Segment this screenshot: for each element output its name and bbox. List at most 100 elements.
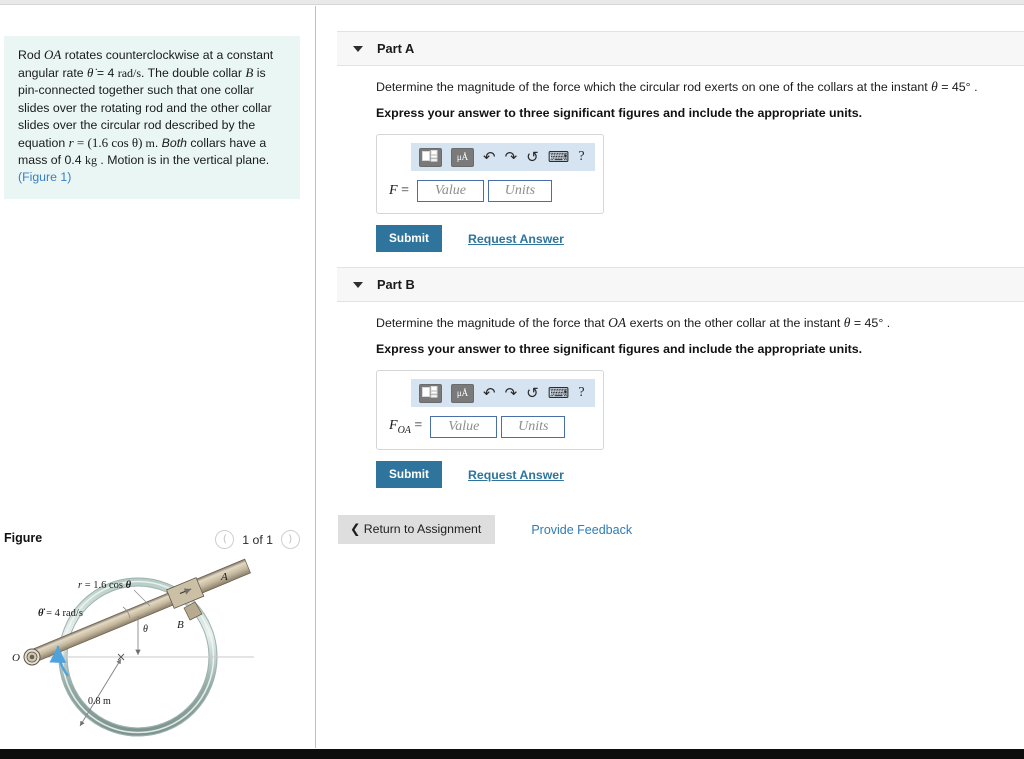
figure-label-origin: O [12, 652, 20, 664]
part-b-answer-box: μÅ ↶ ↷ ↺ ⌨? FOA = [376, 370, 604, 450]
return-to-assignment-button[interactable]: ❮ Return to Assignment [338, 515, 496, 544]
text-run: Both [161, 136, 187, 151]
chevron-left-icon: ⟨ [222, 533, 227, 545]
part-b-body: Determine the magnitude of the force tha… [376, 315, 1016, 488]
part-a-variable-label: F = [389, 183, 409, 198]
text-run: Determine the magnitude of the force tha… [376, 316, 609, 330]
figure-label-point-b: B [177, 619, 184, 631]
keyboard-icon[interactable]: ⌨ [547, 383, 570, 402]
figure-header: Figure ⟨ 1 of 1 ⟩ [4, 530, 304, 550]
return-to-assignment-label: Return to Assignment [363, 522, 482, 536]
caret-down-icon[interactable] [353, 45, 363, 52]
figure-next-button[interactable]: ⟩ [281, 530, 300, 549]
template-layout-icon[interactable] [419, 147, 442, 167]
text-run: OA [608, 315, 627, 330]
layout-glyph [422, 150, 438, 162]
help-icon[interactable]: ? [578, 385, 584, 401]
problem-body: Rod OA rotates counterclockwise at a con… [18, 47, 273, 168]
text-run: θ [931, 79, 938, 94]
undo-icon-glyph: ↶ [483, 383, 496, 402]
caret-down-icon[interactable] [353, 281, 363, 288]
chevron-right-icon: ⟩ [288, 533, 293, 545]
part-a-header[interactable]: Part A [337, 31, 1024, 66]
part-a-request-answer-link[interactable]: Request Answer [468, 232, 564, 246]
part-b-request-answer-link[interactable]: Request Answer [468, 468, 564, 482]
reset-icon-glyph: ↺ [526, 383, 539, 402]
part-a-answer-box: μÅ ↶ ↷ ↺ ⌨? F = [376, 134, 604, 214]
text-run: . The double collar [141, 66, 246, 81]
chevron-left-icon: ❮ [350, 522, 361, 536]
redo-icon-glyph: ↷ [504, 383, 518, 402]
text-run: Determine the magnitude of the force whi… [376, 80, 932, 94]
redo-icon-glyph: ↷ [504, 147, 518, 166]
part-a-units-input[interactable] [487, 180, 552, 202]
reset-icon[interactable]: ↺ [526, 149, 539, 165]
text-run: = 45° . [937, 80, 978, 94]
tile-glyph: μÅ [456, 387, 469, 398]
keyboard-icon-glyph: ⌨ [547, 383, 570, 402]
part-b-label: Part B [377, 277, 415, 292]
part-a-instruction: Express your answer to three significant… [376, 106, 863, 120]
units-micro-angstrom-icon[interactable]: μÅ [451, 383, 474, 403]
text-run: = [73, 135, 88, 151]
text-run: (1.6 cos θ) [87, 135, 143, 151]
figure-navigation: ⟨ 1 of 1 ⟩ [215, 530, 300, 549]
part-a-question: Determine the magnitude of the force whi… [376, 79, 1016, 95]
text-run: . Motion is in the vertical plane. [96, 153, 270, 168]
part-a-submit-row: Submit Request Answer [376, 225, 1016, 252]
text-run: . [154, 136, 162, 151]
part-a-value-input[interactable] [416, 180, 484, 202]
part-b-submit-row: Submit Request Answer [376, 461, 1016, 488]
problem-page: Rod OA rotates counterclockwise at a con… [0, 0, 1024, 759]
text-run: OA [43, 47, 62, 62]
part-a-label: Part A [377, 41, 415, 56]
figure-label-point-a: A [220, 571, 228, 583]
text-run: exerts on the other collar at the instan… [626, 316, 844, 330]
provide-feedback-link[interactable]: Provide Feedback [531, 523, 632, 537]
keyboard-icon-glyph: ⌨ [547, 147, 570, 166]
part-a-toolbar: μÅ ↶ ↷ ↺ ⌨? [411, 143, 595, 171]
undo-icon-glyph: ↶ [483, 147, 496, 166]
part-b-variable-label: FOA = [389, 418, 423, 436]
part-b-question: Determine the magnitude of the force tha… [376, 315, 1016, 331]
text-run: m [142, 136, 155, 151]
figure-1-link[interactable]: (Figure 1) [18, 170, 71, 184]
help-icon[interactable]: ? [578, 149, 584, 165]
text-run: = 4 [93, 66, 118, 81]
template-layout-icon[interactable] [419, 383, 442, 403]
part-b-toolbar: μÅ ↶ ↷ ↺ ⌨? [411, 379, 595, 407]
part-a-answer-row: F = [377, 171, 603, 213]
part-b-header[interactable]: Part B [337, 267, 1024, 302]
layout-glyph [422, 386, 438, 398]
part-b-submit-button[interactable]: Submit [376, 461, 442, 488]
footer-actions: ❮ Return to Assignment Provide Feedback [338, 515, 632, 544]
browser-chrome-bottom [0, 749, 1024, 759]
figure-diagram-svg: r = 1.6 cos θ θ̇ = 4 rad/s O A B θ 0.8 m [12, 558, 254, 737]
figure-prev-button[interactable]: ⟨ [215, 530, 235, 549]
redo-icon[interactable]: ↷ [504, 147, 518, 166]
undo-icon[interactable]: ↶ [483, 147, 496, 166]
part-b-answer-row: FOA = [377, 407, 603, 449]
part-a-submit-button[interactable]: Submit [376, 225, 442, 252]
left-pane: Rod OA rotates counterclockwise at a con… [0, 6, 315, 748]
right-pane: Part A Determine the magnitude of the fo… [316, 6, 1024, 748]
figure-label-equation: r = 1.6 cos θ [78, 580, 132, 591]
figure-label-theta: θ [143, 624, 148, 635]
reset-icon[interactable]: ↺ [526, 383, 539, 402]
units-micro-angstrom-icon[interactable]: μÅ [451, 147, 474, 167]
part-b-value-input[interactable] [430, 416, 498, 438]
figure-diagram: r = 1.6 cos θ θ̇ = 4 rad/s O A B θ 0.8 m [10, 558, 306, 753]
figure-label-angular-rate: θ̇ = 4 rad/s [38, 608, 83, 619]
text-run: rad/s [117, 66, 142, 81]
keyboard-icon[interactable]: ⌨ [547, 147, 570, 166]
redo-icon[interactable]: ↷ [504, 383, 518, 402]
problem-statement-box: Rod OA rotates counterclockwise at a con… [4, 36, 300, 199]
problem-statement-text: Rod OA rotates counterclockwise at a con… [18, 46, 288, 187]
undo-icon[interactable]: ↶ [483, 383, 496, 402]
part-a-body: Determine the magnitude of the force whi… [376, 79, 1016, 252]
part-b-units-input[interactable] [501, 416, 566, 438]
browser-chrome-top [0, 0, 1024, 5]
part-b-instruction: Express your answer to three significant… [376, 342, 863, 356]
figure-counter: 1 of 1 [242, 532, 273, 547]
tile-glyph: μÅ [456, 151, 469, 162]
